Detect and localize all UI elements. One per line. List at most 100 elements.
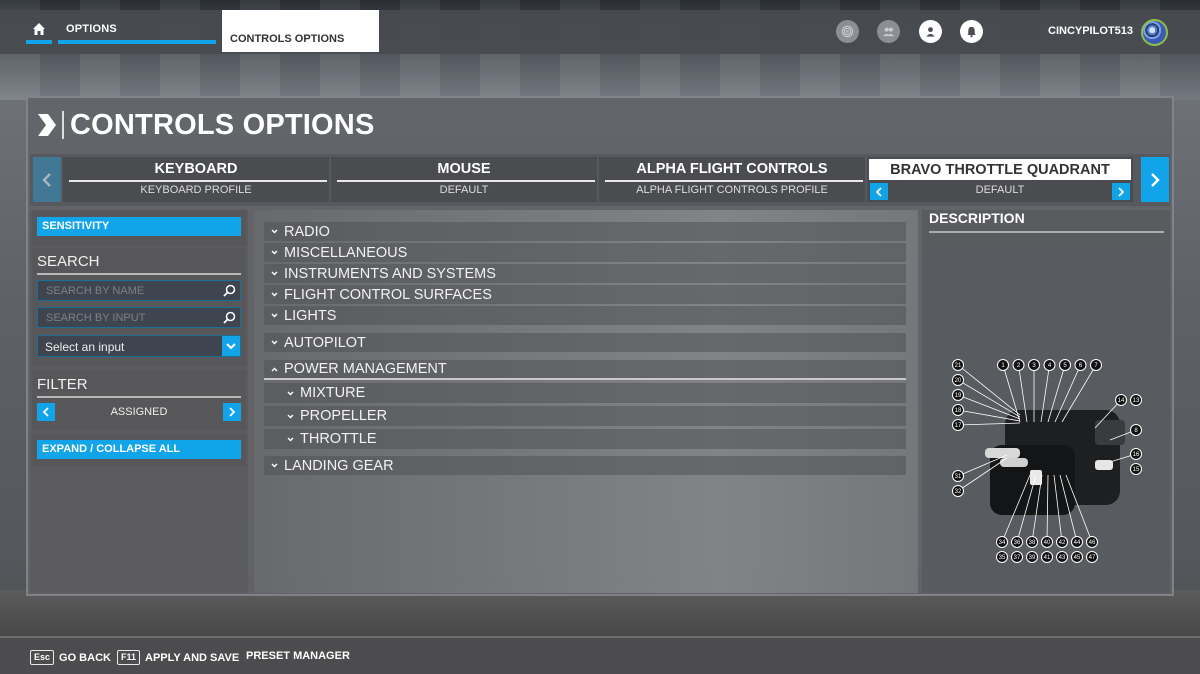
search-by-input-field[interactable]: [37, 307, 241, 328]
device-prev-button[interactable]: [33, 157, 61, 202]
callout-number: 40: [1044, 540, 1051, 546]
device-name: KEYBOARD: [154, 161, 238, 177]
dropdown-toggle[interactable]: [222, 336, 240, 356]
f11-key-hint: F11: [117, 650, 141, 665]
profile-icon: [926, 27, 935, 37]
callout-number: 17: [955, 423, 962, 429]
chevron-down-icon: [268, 269, 280, 279]
category-row[interactable]: RADIO: [264, 222, 906, 241]
category-row[interactable]: AUTOPILOT: [264, 333, 906, 352]
callout-number: 45: [1074, 555, 1081, 561]
chevron-down-icon: [284, 388, 296, 398]
device-tab-rule: [337, 180, 595, 182]
callout-number: 39: [1029, 555, 1036, 561]
category-label: INSTRUMENTS AND SYSTEMS: [284, 265, 496, 282]
callout-number: 20: [955, 378, 962, 384]
chevron-down-icon: [268, 461, 280, 471]
device-tab-mouse[interactable]: MOUSE DEFAULT: [331, 157, 597, 202]
search-by-input-input[interactable]: [38, 308, 218, 328]
chevron-left-icon: [42, 172, 51, 187]
profile-next-button[interactable]: [1112, 183, 1130, 200]
apply-and-save-label: APPLY AND SAVE: [145, 651, 240, 664]
callout-number: 31: [955, 474, 962, 480]
search-rule: [37, 273, 241, 275]
quadrant-panel: [1095, 420, 1125, 445]
device-tab-alpha-flight-controls[interactable]: ALPHA FLIGHT CONTROLS ALPHA FLIGHT CONTR…: [599, 157, 865, 202]
device-profile: KEYBOARD PROFILE: [140, 184, 252, 196]
chevron-right-icon: [229, 407, 236, 417]
description-rule: [929, 231, 1164, 233]
go-back-button[interactable]: Esc GO BACK: [30, 650, 111, 665]
filter-value: ASSIGNED: [110, 406, 168, 418]
category-row[interactable]: LANDING GEAR: [264, 456, 906, 475]
callout-number: 34: [999, 540, 1006, 546]
callout-number: 37: [1014, 555, 1021, 561]
select-input-value: Select an input: [45, 340, 125, 354]
go-back-label: GO BACK: [59, 651, 111, 664]
notifications-bell-icon: [967, 26, 976, 38]
profile-button[interactable]: [919, 20, 942, 43]
subcategory-row[interactable]: THROTTLE: [264, 429, 906, 449]
chevron-right-icon: [1118, 186, 1125, 197]
callout-number: 43: [1059, 555, 1066, 561]
chevron-right-icon: [38, 114, 56, 136]
device-tab-bravo-throttle-quadrant[interactable]: BRAVO THROTTLE QUADRANT DEFAULT: [867, 157, 1133, 202]
callout-number: 18: [955, 408, 962, 414]
chevron-up-icon: [268, 364, 280, 374]
expand-collapse-all-button[interactable]: EXPAND / COLLAPSE ALL: [37, 440, 241, 459]
tab-controls-options[interactable]: CONTROLS OPTIONS: [222, 10, 379, 52]
callout-number: 47: [1089, 555, 1096, 561]
home-icon: [33, 23, 45, 35]
preset-manager-label: PRESET MANAGER: [246, 650, 350, 662]
callout-number: 16: [1133, 452, 1140, 458]
activity-button[interactable]: [836, 20, 859, 43]
category-row[interactable]: MISCELLANEOUS: [264, 243, 906, 262]
apply-and-save-button[interactable]: F11 APPLY AND SAVE: [117, 650, 239, 665]
username[interactable]: CINCYPILOT513: [1048, 25, 1133, 37]
callout-number: 15: [1133, 467, 1140, 473]
search-heading: SEARCH: [37, 253, 100, 270]
tab-options[interactable]: OPTIONS: [58, 18, 216, 44]
search-by-name-field[interactable]: [37, 280, 241, 301]
options-tab-underline: [58, 40, 216, 44]
search-by-name-input[interactable]: [38, 281, 218, 301]
activity-icon: [841, 25, 854, 38]
avatar[interactable]: [1141, 19, 1168, 46]
category-label: POWER MANAGEMENT: [284, 361, 447, 377]
callout-number: 41: [1044, 555, 1051, 561]
device-next-button[interactable]: [1141, 157, 1169, 202]
filter-next-button[interactable]: [223, 403, 241, 421]
callout-number: 44: [1074, 540, 1081, 546]
friends-button[interactable]: [877, 20, 900, 43]
chevron-down-icon: [268, 338, 280, 348]
home-tab-underline: [26, 40, 52, 44]
category-row[interactable]: FLIGHT CONTROL SURFACES: [264, 285, 906, 304]
category-row[interactable]: LIGHTS: [264, 306, 906, 325]
category-label: MIXTURE: [300, 385, 366, 401]
subcategory-row[interactable]: PROPELLER: [264, 406, 906, 426]
category-row[interactable]: POWER MANAGEMENT: [264, 360, 906, 380]
sensitivity-button[interactable]: SENSITIVITY: [37, 217, 241, 236]
esc-key-hint: Esc: [30, 650, 55, 665]
subcategory-row[interactable]: MIXTURE: [264, 383, 906, 403]
home-button[interactable]: [26, 18, 52, 44]
device-profile: DEFAULT: [975, 184, 1025, 196]
notifications-button[interactable]: [960, 20, 983, 43]
quadrant-lever-handle: [1030, 470, 1042, 485]
tab-options-label: OPTIONS: [66, 23, 117, 35]
device-name: BRAVO THROTTLE QUADRANT: [890, 162, 1110, 178]
device-tab-keyboard[interactable]: KEYBOARD KEYBOARD PROFILE: [63, 157, 329, 202]
device-tab-rule: [69, 180, 327, 182]
category-row[interactable]: INSTRUMENTS AND SYSTEMS: [264, 264, 906, 283]
preset-manager-button[interactable]: PRESET MANAGER: [246, 650, 350, 662]
category-label: AUTOPILOT: [284, 334, 366, 351]
search-icon[interactable]: [223, 284, 236, 297]
search-icon[interactable]: [223, 311, 236, 324]
chevron-down-icon: [268, 290, 280, 300]
select-input-dropdown[interactable]: Select an input: [37, 335, 241, 357]
filter-heading: FILTER: [37, 376, 88, 393]
category-label: MISCELLANEOUS: [284, 244, 408, 261]
category-label: RADIO: [284, 223, 330, 240]
callout-number: 13: [1133, 398, 1140, 404]
callout-number: 42: [1059, 540, 1066, 546]
